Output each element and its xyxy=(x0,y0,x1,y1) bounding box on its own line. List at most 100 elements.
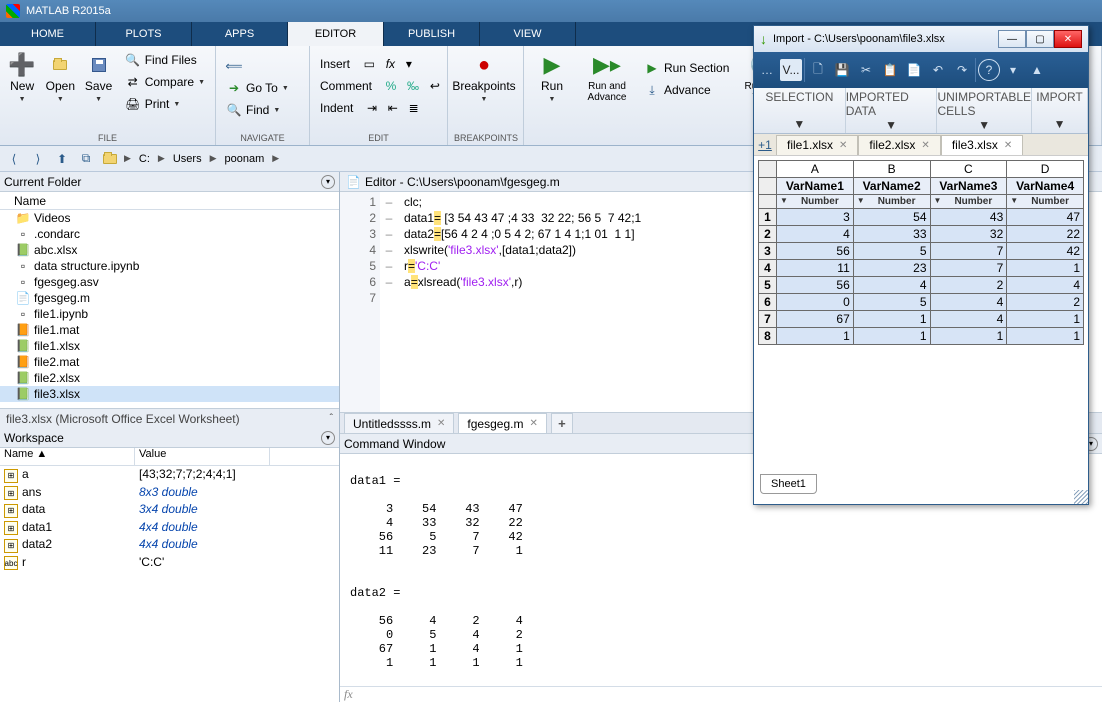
wrap-icon[interactable]: ↩ xyxy=(430,79,440,93)
cf-columns[interactable]: Name xyxy=(0,192,339,210)
file-row[interactable]: ▫fgesgeg.asv xyxy=(0,274,339,290)
new-button[interactable]: ➕New▼ xyxy=(6,48,38,108)
uncomment-icon[interactable]: ‰ xyxy=(407,79,419,93)
comment-button[interactable]: Comment % ‰ ↩ xyxy=(316,76,444,96)
qb-help-icon[interactable]: ? xyxy=(978,59,1000,81)
new-tab-button[interactable]: + xyxy=(551,413,573,433)
ws-columns[interactable]: Name ▲Value xyxy=(0,448,339,466)
cf-menu-icon[interactable]: ▾ xyxy=(321,175,335,189)
file-row[interactable]: ▫.condarc xyxy=(0,226,339,242)
maximize-button[interactable]: ▢ xyxy=(1026,30,1054,48)
ws-menu-icon[interactable]: ▾ xyxy=(321,431,335,445)
editor-tab-untitled[interactable]: Untitledssss.m✕ xyxy=(344,413,454,433)
import-data-table[interactable]: ABCDVarName1VarName2VarName3VarName4▼Num… xyxy=(758,160,1084,345)
ws-row[interactable]: ⊞data3x4 double xyxy=(0,501,339,519)
up-button[interactable]: ⬆ xyxy=(52,150,72,168)
sheet-tab[interactable]: Sheet1 xyxy=(760,474,817,494)
indent-icon[interactable]: ⇥ xyxy=(367,101,377,115)
close-icon[interactable]: ✕ xyxy=(437,418,445,429)
grp-sel-dd[interactable]: ▼ xyxy=(793,117,805,131)
close-icon[interactable]: ✕ xyxy=(921,140,929,151)
grp-import-dd[interactable]: ▼ xyxy=(1054,117,1066,131)
smart-indent-icon[interactable]: ≣ xyxy=(409,101,419,115)
fwd-button[interactable]: ⟩ xyxy=(28,150,48,168)
qb-save-icon[interactable]: 💾 xyxy=(831,59,853,81)
import-tab-1[interactable]: file1.xlsx✕ xyxy=(776,135,858,155)
qb-collapse-icon[interactable]: ▲ xyxy=(1026,59,1048,81)
close-icon[interactable]: ✕ xyxy=(529,418,537,429)
tab-editor[interactable]: EDITOR xyxy=(288,22,384,46)
insert-fx-icon[interactable]: fx xyxy=(386,57,395,71)
indent-button[interactable]: Indent ⇥ ⇤ ≣ xyxy=(316,98,444,118)
qb-variables-tab[interactable]: V... xyxy=(780,59,802,81)
file-row[interactable]: 📗file3.xlsx xyxy=(0,386,339,402)
insert-button[interactable]: Insert ▭ fx ▾ xyxy=(316,54,444,74)
import-tab-2[interactable]: file2.xlsx✕ xyxy=(858,135,940,155)
tab-home[interactable]: HOME xyxy=(0,22,96,46)
editor-tab-fgesgeg[interactable]: fgesgeg.m✕ xyxy=(458,413,546,433)
var-icon: ⊞ xyxy=(4,504,18,518)
cf-expand-icon[interactable]: ˆ xyxy=(330,413,333,424)
var-icon: abc xyxy=(4,556,18,570)
find-button[interactable]: 🔍Find ▼ xyxy=(222,100,293,120)
advance-button[interactable]: ⤓Advance xyxy=(640,80,733,100)
file-row[interactable]: 📗file1.xlsx xyxy=(0,338,339,354)
insert-section-icon[interactable]: ▭ xyxy=(364,57,375,71)
tab-view[interactable]: VIEW xyxy=(480,22,576,46)
run-button[interactable]: ▶Run▼ xyxy=(530,48,574,108)
qb-undo-icon[interactable]: ↶ xyxy=(927,59,949,81)
close-icon[interactable]: ✕ xyxy=(1004,140,1012,151)
breakpoints-button[interactable]: ●Breakpoints▼ xyxy=(454,48,514,108)
comment-pct-icon[interactable]: % xyxy=(386,79,397,93)
goto-button[interactable]: ➔Go To ▼ xyxy=(222,78,293,98)
save-button[interactable]: Save▼ xyxy=(82,48,114,108)
tab-plots[interactable]: PLOTS xyxy=(96,22,192,46)
ws-row[interactable]: ⊞data14x4 double xyxy=(0,519,339,537)
grp-imp-dd[interactable]: ▼ xyxy=(885,118,897,132)
qb-left-icon[interactable]: … xyxy=(756,59,778,81)
file-row[interactable]: 📙file1.mat xyxy=(0,322,339,338)
tab-publish[interactable]: PUBLISH xyxy=(384,22,480,46)
grp-un-dd[interactable]: ▼ xyxy=(978,118,990,132)
compare-button[interactable]: ⇄Compare ▼ xyxy=(121,72,209,92)
find-files-button[interactable]: 🔍Find Files xyxy=(121,50,209,70)
file-row[interactable]: 📄fgesgeg.m xyxy=(0,290,339,306)
minimize-button[interactable]: — xyxy=(998,30,1026,48)
ws-row[interactable]: ⊞a[43;32;7;7;2;4;4;1] xyxy=(0,466,339,484)
file-row[interactable]: ▫file1.ipynb xyxy=(0,306,339,322)
crumb-poonam[interactable]: poonam xyxy=(221,153,269,165)
import-tab-3[interactable]: file3.xlsx ✕ xyxy=(941,135,1023,155)
ws-row[interactable]: ⊞ans8x3 double xyxy=(0,484,339,502)
print-button[interactable]: 🖨Print ▼ xyxy=(121,94,209,114)
path-split-icon[interactable]: ⧉ xyxy=(76,150,96,168)
qb-redo-icon[interactable]: ↷ xyxy=(951,59,973,81)
ws-row[interactable]: abcr'C:C' xyxy=(0,554,339,572)
nav-back-button[interactable]: ⟸ xyxy=(222,56,293,76)
imptab3-label: file3.xlsx xyxy=(952,138,998,152)
insert-more-icon[interactable]: ▾ xyxy=(406,57,412,71)
crumb-users[interactable]: Users xyxy=(169,153,206,165)
import-add-tab[interactable]: +1 xyxy=(754,138,776,152)
crumb-c[interactable]: C: xyxy=(135,153,154,165)
resize-handle[interactable] xyxy=(1074,490,1088,504)
run-advance-button[interactable]: ▶▸Run and Advance xyxy=(580,48,634,106)
outdent-icon[interactable]: ⇤ xyxy=(388,101,398,115)
back-button[interactable]: ⟨ xyxy=(4,150,24,168)
close-icon[interactable]: ✕ xyxy=(839,140,847,151)
file-row[interactable]: 📁Videos xyxy=(0,210,339,226)
file-row[interactable]: 📙file2.mat xyxy=(0,354,339,370)
qb-new-icon[interactable]: 🗋 xyxy=(807,59,829,81)
qb-copy-icon[interactable]: 📋 xyxy=(879,59,901,81)
qb-cut-icon[interactable]: ✂ xyxy=(855,59,877,81)
open-button[interactable]: Open▼ xyxy=(44,48,76,108)
file-name: fgesgeg.m xyxy=(34,291,90,305)
file-row[interactable]: 📗file2.xlsx xyxy=(0,370,339,386)
ws-row[interactable]: ⊞data24x4 double xyxy=(0,536,339,554)
close-button[interactable]: ✕ xyxy=(1054,30,1082,48)
file-row[interactable]: ▫data structure.ipynb xyxy=(0,258,339,274)
file-row[interactable]: 📗abc.xlsx xyxy=(0,242,339,258)
qb-menu-icon[interactable]: ▾ xyxy=(1002,59,1024,81)
run-section-button[interactable]: ▶Run Section xyxy=(640,58,733,78)
qb-paste-icon[interactable]: 📄 xyxy=(903,59,925,81)
tab-apps[interactable]: APPS xyxy=(192,22,288,46)
